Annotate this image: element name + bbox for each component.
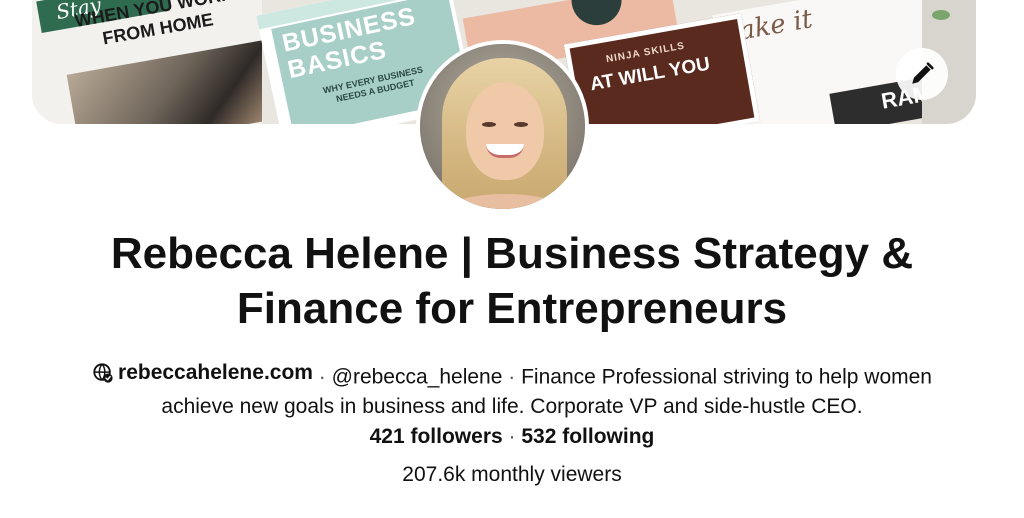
followers-link[interactable]: 421 followers	[370, 425, 503, 448]
separator: ·	[318, 365, 326, 389]
plant-icon	[932, 10, 950, 20]
website-text: rebeccahelene.com	[118, 361, 313, 384]
profile-name-line1: Rebecca Helene | Business Strategy &	[110, 229, 914, 278]
separator: ·	[508, 365, 516, 389]
avatar-eye-left	[482, 122, 496, 127]
profile-handle: @rebecca_helene	[331, 365, 503, 389]
monthly-viewers: 207.6k monthly viewers	[402, 463, 622, 486]
follow-stats: 421 followers · 532 following	[0, 425, 1024, 449]
profile-name: Rebecca Helene | Business Strategy & Fin…	[0, 226, 1024, 336]
cover-circle	[567, 0, 626, 30]
avatar[interactable]	[416, 40, 589, 213]
website-link[interactable]: rebeccahelene.com	[92, 358, 313, 387]
edit-cover-button[interactable]	[896, 48, 948, 100]
cover-photo	[66, 38, 262, 124]
separator: ·	[508, 425, 516, 448]
cover-pin-work-from-home: Stay WHEN YOU WORK FROM HOME	[32, 0, 262, 124]
avatar-face	[466, 82, 544, 180]
bio-text-part2: achieve new goals in business and life. …	[161, 394, 863, 418]
cover-script: ake it	[736, 4, 815, 47]
bio-text-part1: Finance Professional striving to help wo…	[521, 365, 932, 389]
avatar-eye-right	[514, 122, 528, 127]
profile-name-line2: Finance for Entrepreneurs	[236, 284, 788, 333]
pencil-icon	[912, 62, 934, 84]
profile-bio: rebeccahelene.com · @rebecca_helene · Fi…	[92, 358, 932, 421]
following-link[interactable]: 532 following	[521, 425, 654, 448]
verified-globe-icon	[93, 362, 113, 383]
